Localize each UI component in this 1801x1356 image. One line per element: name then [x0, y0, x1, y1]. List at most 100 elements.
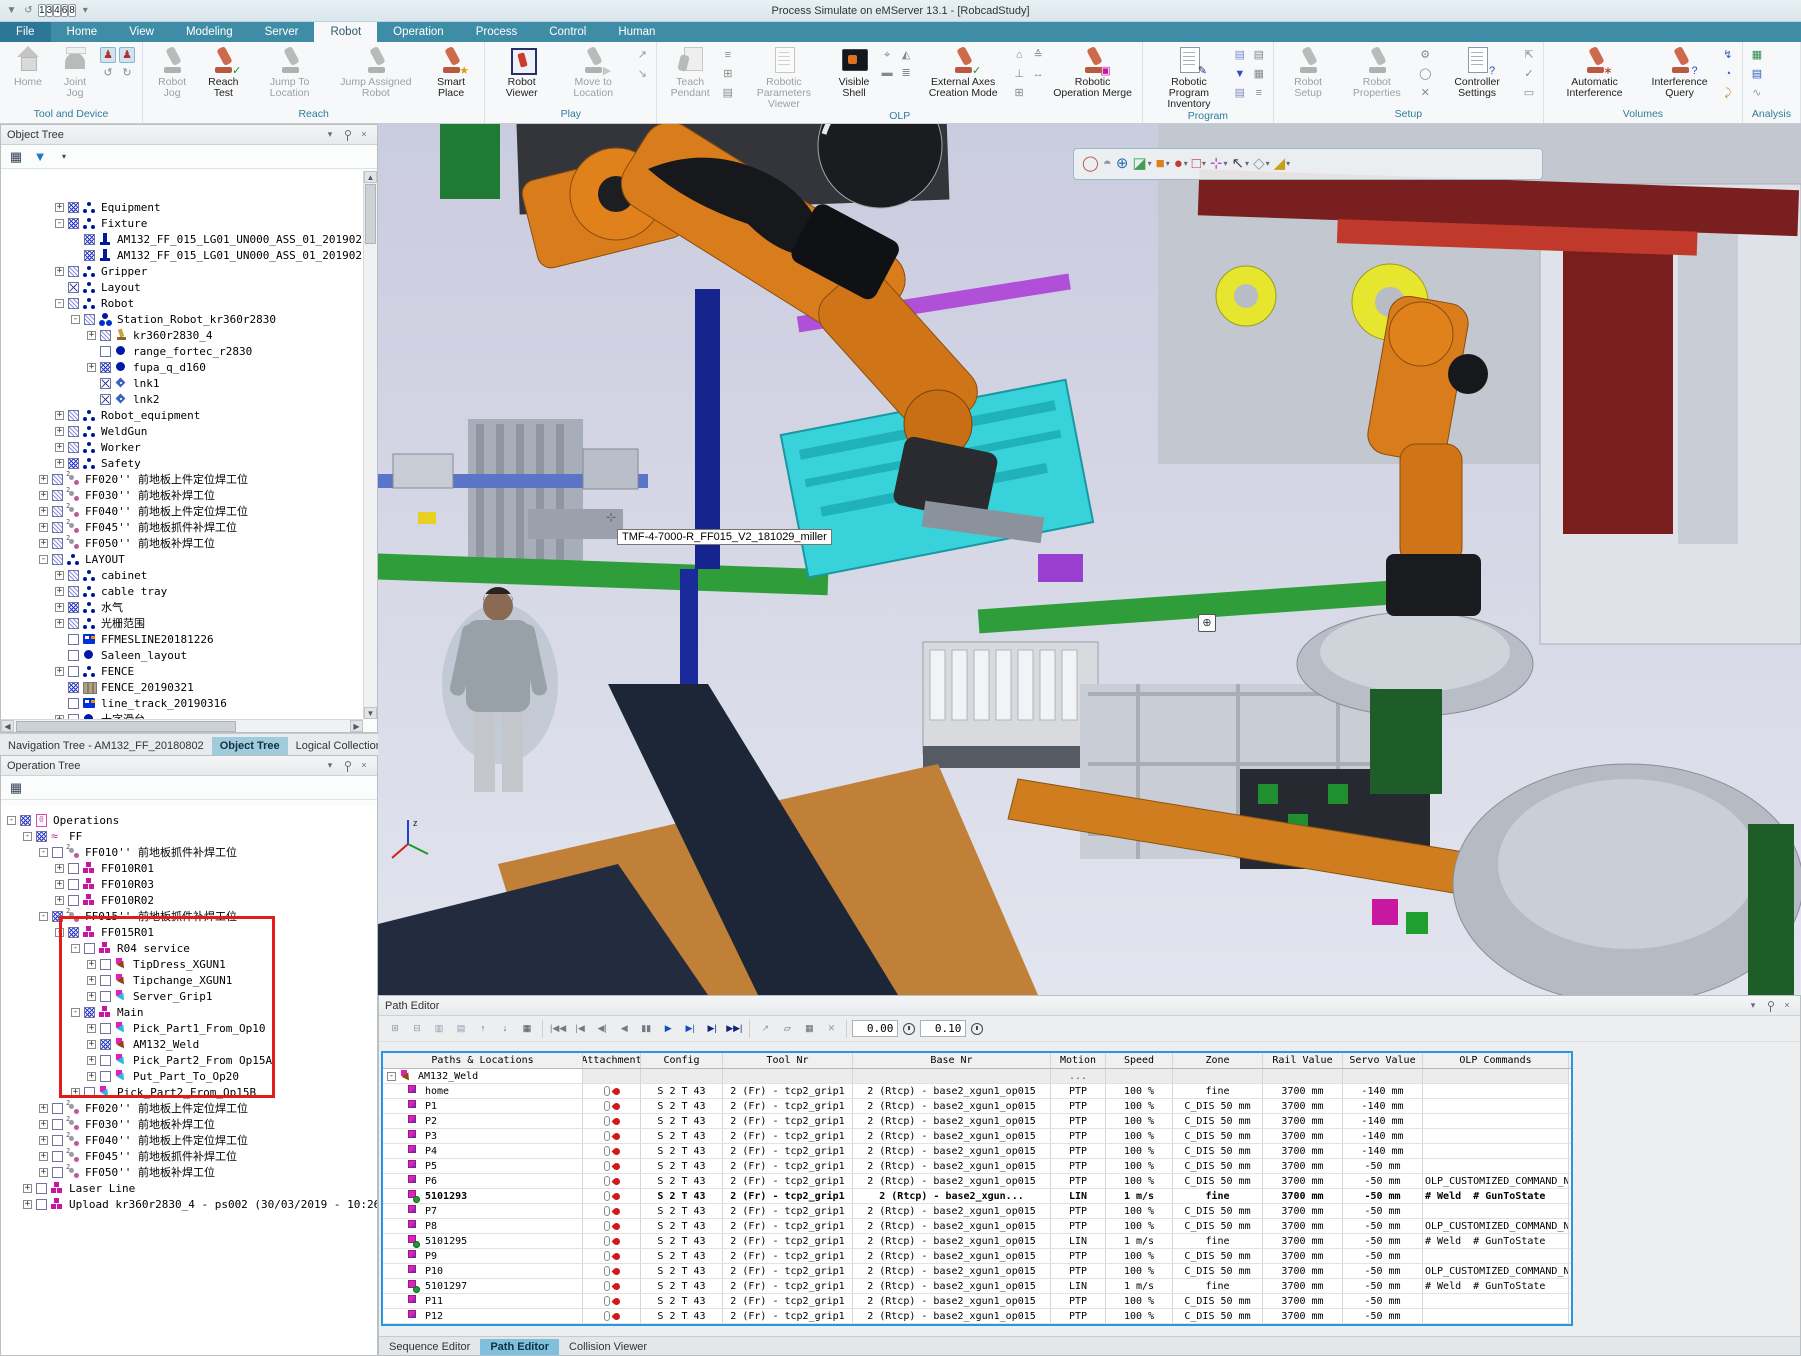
play-icon[interactable]: ▶: [658, 1019, 678, 1039]
visibility-checkbox[interactable]: [52, 554, 63, 565]
rail-cell[interactable]: 3700 mm: [1263, 1309, 1343, 1323]
tree-item[interactable]: +FF020'' 前地板上件定位焊工位: [1, 471, 363, 487]
pan-hand-icon[interactable]: ◇▾: [1253, 150, 1270, 178]
collapse-icon[interactable]: -: [55, 299, 64, 308]
tool-cell[interactable]: 2 (Fr) - tcp2_grip1: [723, 1219, 853, 1233]
expand-icon[interactable]: +: [71, 1088, 80, 1097]
volume-turn-icon[interactable]: ⤸: [1720, 85, 1736, 101]
tool-cell[interactable]: 2 (Fr) - tcp2_grip1: [723, 1204, 853, 1218]
servo-cell[interactable]: -140 mm: [1343, 1099, 1423, 1113]
tree-item[interactable]: +FENCE: [1, 663, 363, 679]
base-cell[interactable]: 2 (Rtcp) - base2_xgun...: [853, 1189, 1051, 1203]
quick-access-shortcut[interactable]: 4: [53, 4, 61, 17]
visibility-checkbox[interactable]: [52, 538, 63, 549]
base-cell[interactable]: 2 (Rtcp) - base2_xgun1_op015: [853, 1084, 1051, 1098]
tree-item[interactable]: +FF040'' 前地板上件定位焊工位: [1, 1132, 377, 1148]
base-cell[interactable]: 2 (Rtcp) - base2_xgun1_op015: [853, 1099, 1051, 1113]
location-name-cell[interactable]: P3: [383, 1129, 583, 1143]
visibility-checkbox[interactable]: [100, 394, 111, 405]
base-cell[interactable]: 2 (Rtcp) - base2_xgun1_op015: [853, 1144, 1051, 1158]
levels-icon[interactable]: ≣: [898, 65, 914, 81]
rail-cell[interactable]: 3700 mm: [1263, 1294, 1343, 1308]
rail-cell[interactable]: 3700 mm: [1263, 1144, 1343, 1158]
quick-access-shortcut[interactable]: 1: [38, 4, 46, 17]
editor-tab-path-editor[interactable]: Path Editor: [480, 1339, 559, 1355]
servo-cell[interactable]: -50 mm: [1343, 1204, 1423, 1218]
visibility-checkbox[interactable]: [68, 570, 79, 581]
servo-cell[interactable]: -140 mm: [1343, 1144, 1423, 1158]
speed-cell[interactable]: 100 %: [1106, 1309, 1173, 1323]
tree-item[interactable]: +FF030'' 前地板补焊工位: [1, 487, 363, 503]
prev-operation-icon[interactable]: |◀: [570, 1019, 590, 1039]
tool-cell[interactable]: 2 (Fr) - tcp2_grip1: [723, 1309, 853, 1323]
tree-item[interactable]: +Safety: [1, 455, 363, 471]
qat-more-icon[interactable]: ▾: [78, 3, 93, 18]
motion-cell[interactable]: LIN: [1051, 1189, 1106, 1203]
visibility-checkbox[interactable]: [36, 1199, 47, 1210]
tab-view[interactable]: View: [113, 22, 170, 42]
tool-cell[interactable]: 2 (Fr) - tcp2_grip1: [723, 1084, 853, 1098]
zone-cell[interactable]: fine: [1173, 1234, 1263, 1248]
column-header-speed[interactable]: Speed: [1106, 1053, 1173, 1068]
tree-item[interactable]: +FF045'' 前地板抓件补焊工位: [1, 519, 363, 535]
automatic-interference-button[interactable]: ∗Automatic Interference: [1549, 43, 1640, 99]
visibility-checkbox[interactable]: [52, 522, 63, 533]
visibility-checkbox[interactable]: [52, 490, 63, 501]
rail-cell[interactable]: 3700 mm: [1263, 1174, 1343, 1188]
location-row[interactable]: P3S 2 T 432 (Fr) - tcp2_grip12 (Rtcp) - …: [383, 1129, 1571, 1144]
tree-item[interactable]: +十字滑台: [1, 711, 363, 719]
visibility-checkbox[interactable]: [68, 458, 79, 469]
robotic-operation-merge-button[interactable]: ▣Robotic Operation Merge: [1048, 43, 1137, 99]
gear-icon[interactable]: ⚙: [1417, 47, 1433, 63]
visibility-checkbox[interactable]: [52, 1119, 63, 1130]
expand-icon[interactable]: +: [87, 1024, 96, 1033]
tree-item[interactable]: -LAYOUT: [1, 551, 363, 567]
tree-item[interactable]: -Operations: [1, 812, 377, 828]
tree-item[interactable]: -FF015R01: [1, 924, 377, 940]
location-row[interactable]: P12S 2 T 432 (Fr) - tcp2_grip12 (Rtcp) -…: [383, 1309, 1571, 1324]
jump-assigned-robot-button[interactable]: Jump Assigned Robot: [330, 43, 422, 99]
visibility-checkbox[interactable]: [68, 698, 79, 709]
visibility-checkbox[interactable]: [52, 1167, 63, 1178]
slide-icon[interactable]: ↔: [1030, 66, 1046, 82]
attachment-cell[interactable]: [583, 1159, 641, 1173]
visibility-checkbox[interactable]: [84, 1087, 95, 1098]
config-cell[interactable]: S 2 T 43: [641, 1114, 723, 1128]
rail-cell[interactable]: 3700 mm: [1263, 1234, 1343, 1248]
speed-cell[interactable]: 100 %: [1106, 1129, 1173, 1143]
jump-forward-icon[interactable]: ↗: [634, 47, 650, 63]
olp-commands-cell[interactable]: # Weld # GunToState: [1423, 1234, 1569, 1248]
expand-icon[interactable]: +: [87, 992, 96, 1001]
config-cell[interactable]: S 2 T 43: [641, 1129, 723, 1143]
tree-item[interactable]: +水气: [1, 599, 363, 615]
location-row[interactable]: homeS 2 T 432 (Fr) - tcp2_grip12 (Rtcp) …: [383, 1084, 1571, 1099]
speed-cell[interactable]: 100 %: [1106, 1249, 1173, 1263]
tool-cell[interactable]: 2 (Fr) - tcp2_grip1: [723, 1114, 853, 1128]
column-header-tool-nr[interactable]: Tool Nr: [723, 1053, 853, 1068]
clear-icon[interactable]: ✕: [821, 1019, 841, 1039]
validate-icon[interactable]: ✓: [1521, 66, 1537, 82]
servo-cell[interactable]: -50 mm: [1343, 1249, 1423, 1263]
location-name-cell[interactable]: 5101297: [383, 1279, 583, 1293]
copy-path-icon[interactable]: ▥: [429, 1019, 449, 1039]
tab-operation[interactable]: Operation: [377, 22, 460, 42]
olp-commands-cell[interactable]: [1423, 1159, 1569, 1173]
tree-item[interactable]: +FF030'' 前地板补焊工位: [1, 1116, 377, 1132]
olp-commands-cell[interactable]: [1423, 1294, 1569, 1308]
step-forward-icon[interactable]: ▶|: [680, 1019, 700, 1039]
rail-cell[interactable]: 3700 mm: [1263, 1189, 1343, 1203]
scroll-down-icon[interactable]: ▼: [364, 707, 377, 719]
expand-icon[interactable]: +: [87, 976, 96, 985]
close-icon[interactable]: ×: [1780, 999, 1794, 1013]
servo-cell[interactable]: -50 mm: [1343, 1234, 1423, 1248]
visibility-checkbox[interactable]: [84, 314, 95, 325]
attachment-cell[interactable]: [583, 1114, 641, 1128]
location-name-cell[interactable]: P11: [383, 1294, 583, 1308]
visibility-checkbox[interactable]: [68, 618, 79, 629]
location-row[interactable]: P4S 2 T 432 (Fr) - tcp2_grip12 (Rtcp) - …: [383, 1144, 1571, 1159]
collapse-icon[interactable]: -: [387, 1072, 396, 1081]
scroll-up-icon[interactable]: ▲: [364, 171, 377, 183]
location-name-cell[interactable]: P10: [383, 1264, 583, 1278]
commands-add-icon[interactable]: ⊞: [720, 66, 736, 82]
zone-cell[interactable]: C_DIS 50 mm: [1173, 1099, 1263, 1113]
